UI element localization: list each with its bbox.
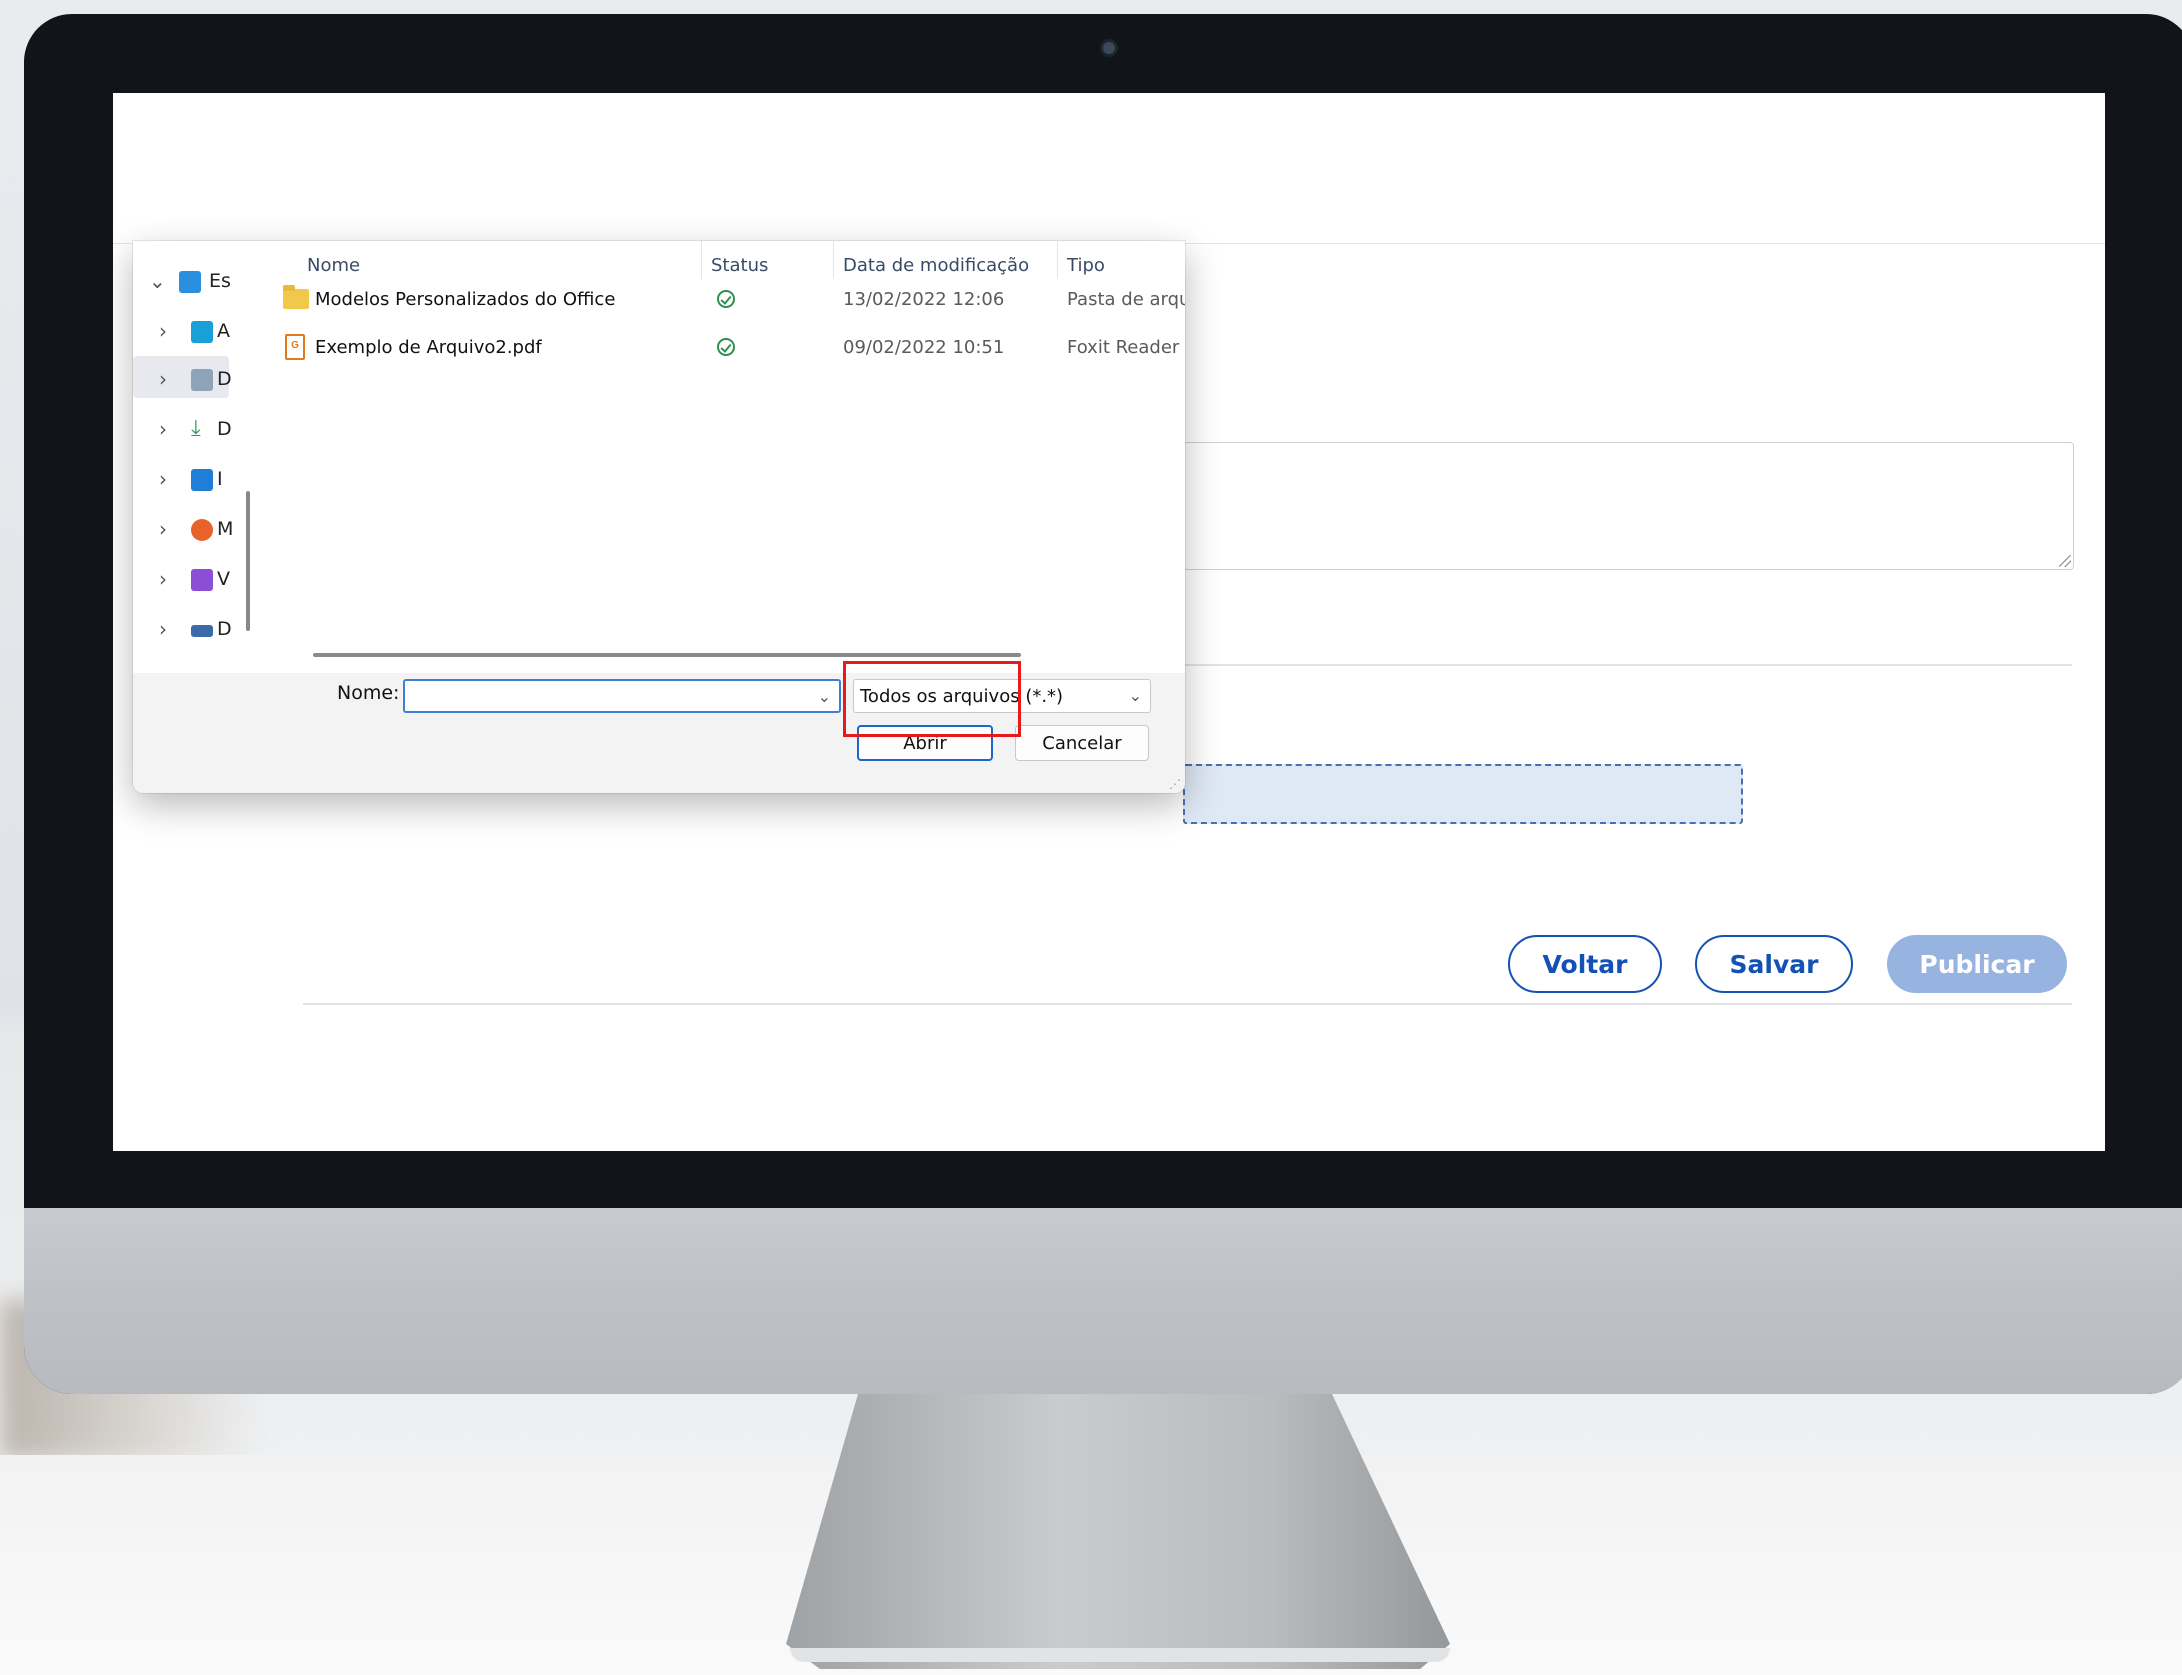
chevron-right-icon[interactable]: › [159,517,167,541]
download-icon: ⤓ [191,416,201,441]
nav-item[interactable]: › M [133,509,261,549]
nav-scrollbar[interactable] [246,491,250,631]
chevron-down-icon[interactable]: ⌄ [149,269,166,293]
section-divider [303,1003,2072,1005]
description-textarea[interactable] [1183,442,2074,570]
nav-item[interactable]: › I [133,459,261,499]
chevron-right-icon[interactable]: › [159,319,167,343]
nav-item-label: M [217,518,234,540]
dialog-footer: Nome: ⌄ Todos os arquivos (*.*) ⌄ Abrir … [133,673,1185,793]
synced-status-icon [717,290,735,308]
desktop-icon [179,271,201,293]
folder-icon [191,321,213,343]
file-name: Modelos Personalizados do Office [315,288,616,310]
nav-item[interactable]: › A [133,311,261,351]
file-dropzone[interactable] [1183,764,1743,824]
file-date: 13/02/2022 12:06 [843,288,1005,310]
pictures-icon [191,469,213,491]
file-type: Pasta de arquiv [1067,288,1185,310]
sort-ascending-icon: ^ [621,241,635,252]
filename-label: Nome: [337,682,400,704]
nav-item-label: Es [209,270,231,292]
file-name: Exemplo de Arquivo2.pdf [315,336,542,358]
chevron-right-icon[interactable]: › [159,467,167,491]
nav-item[interactable]: › V [133,559,261,599]
chevron-right-icon[interactable]: › [159,367,167,391]
horizontal-scrollbar[interactable] [313,653,1021,657]
file-type: Foxit Reader PD [1067,336,1185,358]
nav-item-label: I [217,468,223,490]
column-separator[interactable] [833,241,834,279]
column-separator[interactable] [701,241,702,279]
back-button[interactable]: Voltar [1508,935,1662,993]
nav-item-label: D [217,418,232,440]
videos-icon [191,569,213,591]
nav-item[interactable]: ⌄ Es [133,261,261,301]
file-date: 09/02/2022 10:51 [843,336,1005,358]
synced-status-icon [717,338,735,356]
documents-icon [191,369,213,391]
camera-icon [1103,42,1115,54]
pdf-icon: G [285,334,305,360]
filename-input[interactable]: ⌄ [403,679,841,713]
nav-item[interactable]: › ⤓ D [133,409,261,449]
resize-grip-icon[interactable] [2059,555,2071,567]
file-list: ^ Nome Status Data de modificação Tipo M… [261,241,1185,673]
chevron-down-icon[interactable]: ⌄ [818,687,831,706]
chevron-right-icon[interactable]: › [159,567,167,591]
chevron-right-icon[interactable]: › [159,617,167,641]
save-button[interactable]: Salvar [1695,935,1853,993]
file-row[interactable]: Modelos Personalizados do Office 13/02/2… [261,277,1185,321]
nav-item-label: D [217,618,232,640]
nav-item[interactable]: › D [133,609,261,649]
drive-icon [191,625,213,637]
section-divider [1183,664,2072,666]
file-open-dialog: ⌄ Es › A › D › ⤓ D › I › M › V › D ^ Nom… [133,241,1185,793]
nav-item[interactable]: › D [133,359,261,399]
cancel-button[interactable]: Cancelar [1015,725,1149,761]
navigation-pane: ⌄ Es › A › D › ⤓ D › I › M › V › D [133,241,261,673]
nav-item-label: D [217,368,232,390]
file-row[interactable]: G Exemplo de Arquivo2.pdf 09/02/2022 10:… [261,325,1185,369]
monitor-stand-base [790,1648,1450,1662]
publish-button[interactable]: Publicar [1887,935,2067,993]
resize-grip-icon[interactable]: ⋰ [1169,777,1181,791]
monitor-chin [24,1208,2182,1394]
folder-icon [283,285,309,309]
screen: Voltar Salvar Publicar ⌄ Es › A › D › ⤓ … [113,93,2105,1151]
chevron-right-icon[interactable]: › [159,417,167,441]
monitor-stand [786,1394,1450,1669]
chevron-down-icon[interactable]: ⌄ [1129,686,1142,705]
music-icon [191,519,213,541]
nav-item-label: V [217,568,230,590]
nav-item-label: A [217,320,230,342]
open-button-highlight [843,661,1021,737]
column-separator[interactable] [1057,241,1058,279]
